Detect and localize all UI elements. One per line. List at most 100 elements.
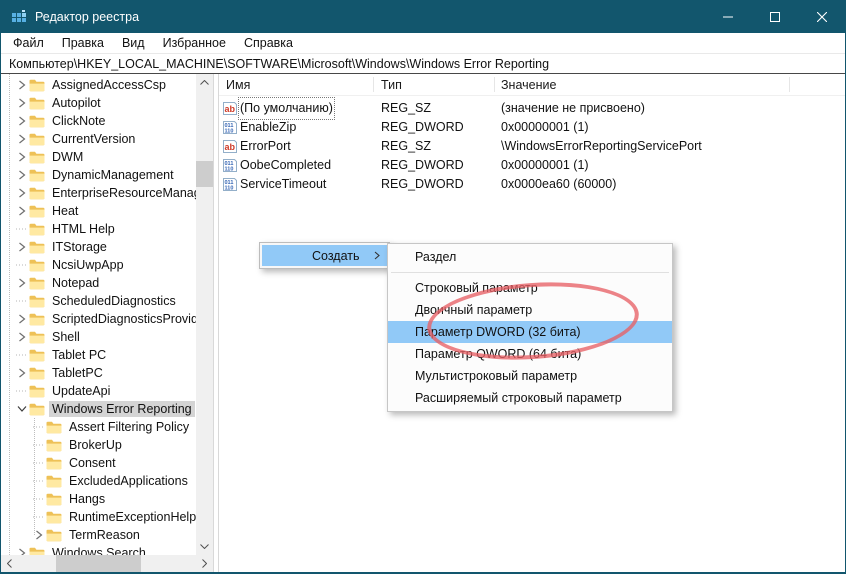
menu-help[interactable]: Справка [235,33,302,53]
tree-item[interactable]: ClickNote [1,112,196,130]
tree-item-label: ExcludedApplications [66,473,191,489]
tree-item[interactable]: UpdateApi [1,382,196,400]
value-data: \WindowsErrorReportingServicePort [501,137,702,156]
chevron-right-icon[interactable] [14,548,29,555]
tree-item[interactable]: AssignedAccessCsp [1,76,196,94]
column-divider[interactable] [373,77,374,92]
tree-item[interactable]: Consent [1,454,196,472]
tree-item[interactable]: Notepad [1,274,196,292]
tree-item[interactable]: TabletPC [1,364,196,382]
chevron-right-icon[interactable] [14,332,29,342]
close-button[interactable] [798,1,845,33]
column-divider[interactable] [494,77,495,92]
chevron-right-icon[interactable] [14,278,29,288]
tree-item[interactable]: ScheduledDiagnostics [1,292,196,310]
tree-item[interactable]: HTML Help [1,220,196,238]
menu-favorites[interactable]: Избранное [154,33,235,53]
tree-item[interactable]: NcsiUwpApp [1,256,196,274]
submenu-item[interactable]: Мультистроковый параметр [388,365,672,387]
chevron-right-icon[interactable] [14,188,29,198]
chevron-right-icon[interactable] [31,530,46,540]
tree-item[interactable]: BrokerUp [1,436,196,454]
tree-item[interactable]: Tablet PC [1,346,196,364]
menu-item-create[interactable]: Создать [262,245,387,266]
chevron-right-icon[interactable] [14,98,29,108]
tree-vertical-scrollbar[interactable] [196,74,213,555]
tree-item[interactable]: Heat [1,202,196,220]
column-divider[interactable] [789,77,790,92]
column-header-type[interactable]: Тип [381,74,402,96]
submenu-item[interactable]: Параметр QWORD (64 бита) [388,343,672,365]
scroll-left-icon[interactable] [1,555,18,572]
submenu-item[interactable]: Раздел [388,246,672,268]
scroll-right-icon[interactable] [196,555,213,572]
submenu-item[interactable]: Двоичный параметр [388,299,672,321]
value-name[interactable]: ErrorPort [240,137,291,156]
column-header-name[interactable]: Имя [226,74,250,96]
chevron-right-icon[interactable] [14,314,29,324]
scrollbar-thumb[interactable] [56,555,141,572]
submenu-item[interactable]: Строковый параметр [388,277,672,299]
value-name[interactable]: OobeCompleted [240,156,331,175]
submenu-item-dword[interactable]: Параметр DWORD (32 бита) [388,321,672,343]
table-row[interactable]: ab(По умолчанию)REG_SZ(значение не присв… [219,99,845,118]
table-row[interactable]: 011110ServiceTimeoutREG_DWORD0x0000ea60 … [219,175,845,194]
tree-item[interactable]: TermReason [1,526,196,544]
string-value-icon: ab [223,102,237,115]
tree-item[interactable]: Windows Error Reporting [1,400,196,418]
chevron-right-icon[interactable] [14,206,29,216]
chevron-right-icon[interactable] [14,170,29,180]
title-bar[interactable]: Редактор реестра [1,1,845,33]
folder-icon [29,97,45,110]
scroll-down-icon[interactable] [196,538,213,555]
dword-value-icon: 011110 [223,159,237,172]
maximize-button[interactable] [751,1,798,33]
folder-icon [46,439,62,452]
tree-item[interactable]: EnterpriseResourceManager [1,184,196,202]
chevron-right-icon[interactable] [14,152,29,162]
folder-icon [29,331,45,344]
tree-item-label: ScriptedDiagnosticsProvider [49,311,196,327]
table-row[interactable]: abErrorPortREG_SZ\WindowsErrorReportingS… [219,137,845,156]
value-type: REG_DWORD [381,118,464,137]
folder-icon [29,223,45,236]
minimize-button[interactable] [704,1,751,33]
tree-item[interactable]: Assert Filtering Policy [1,418,196,436]
value-name[interactable]: EnableZip [240,118,296,137]
tree-item-label: ITStorage [49,239,110,255]
table-row[interactable]: 011110OobeCompletedREG_DWORD0x00000001 (… [219,156,845,175]
chevron-down-icon[interactable] [14,405,29,413]
menu-view[interactable]: Вид [113,33,154,53]
value-name[interactable]: ServiceTimeout [240,175,326,194]
tree-item[interactable]: ExcludedApplications [1,472,196,490]
address-bar[interactable]: Компьютер\HKEY_LOCAL_MACHINE\SOFTWARE\Mi… [1,53,845,74]
tree-item[interactable]: DynamicManagement [1,166,196,184]
scrollbar-thumb[interactable] [196,161,213,187]
value-name[interactable]: (По умолчанию) [240,99,333,118]
chevron-right-icon[interactable] [14,368,29,378]
tree-item[interactable]: Hangs [1,490,196,508]
tree-item[interactable]: Windows Search [1,544,196,555]
tree-item[interactable]: ITStorage [1,238,196,256]
table-row[interactable]: 011110EnableZipREG_DWORD0x00000001 (1) [219,118,845,137]
tree-item[interactable]: Shell [1,328,196,346]
chevron-right-icon[interactable] [14,80,29,90]
chevron-right-icon[interactable] [14,242,29,252]
chevron-right-icon[interactable] [14,116,29,126]
submenu-item[interactable]: Расширяемый строковый параметр [388,387,672,409]
folder-icon [29,133,45,146]
tree-item[interactable]: DWM [1,148,196,166]
tree-item-label: Autopilot [49,95,104,111]
tree-horizontal-scrollbar[interactable] [1,555,213,572]
tree-item[interactable]: RuntimeExceptionHelper [1,508,196,526]
tree-dotted-stub [31,444,46,446]
menu-edit[interactable]: Правка [53,33,113,53]
scroll-up-icon[interactable] [196,74,213,91]
tree-item[interactable]: Autopilot [1,94,196,112]
tree-item[interactable]: CurrentVersion [1,130,196,148]
column-header-value[interactable]: Значение [501,74,556,96]
tree-item[interactable]: ScriptedDiagnosticsProvider [1,310,196,328]
tree-panel: AssignedAccessCspAutopilotClickNoteCurre… [1,74,213,572]
menu-file[interactable]: Файл [1,33,53,53]
chevron-right-icon[interactable] [14,134,29,144]
